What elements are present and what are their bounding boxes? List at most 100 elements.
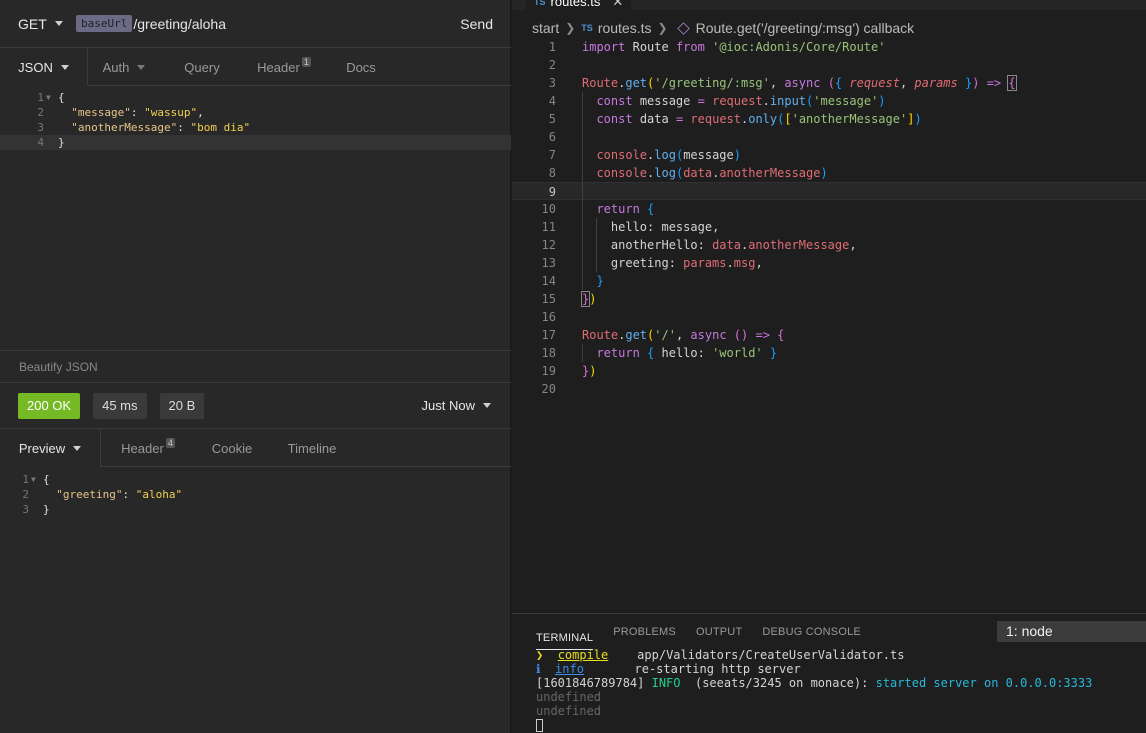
code-line: 6: [512, 128, 1146, 146]
file-tab-routes[interactable]: TS routes.ts ✕: [526, 0, 632, 10]
code-line: 16: [541, 310, 556, 324]
tab-auth-label: Auth: [102, 59, 130, 75]
terminal-cursor: [536, 719, 543, 732]
code-line: 1 import Route from '@ioc:Adonis/Core/Rou…: [548, 40, 886, 54]
chevron-down-icon: [60, 64, 69, 70]
terminal-line: [536, 718, 1092, 732]
tab-cookie[interactable]: Cookie: [195, 429, 269, 467]
url-path: /greeting/aloha: [133, 15, 226, 32]
method-symbol-icon: [676, 21, 690, 35]
chevron-down-icon: [73, 445, 82, 451]
status-badge: 200 OK: [18, 392, 81, 419]
code-editor[interactable]: 1 import Route from '@ioc:Adonis/Core/Rou…: [512, 38, 1146, 398]
code-line: 14 }: [541, 272, 604, 290]
request-body-editor[interactable]: 1 ▼{ 2 "message": "wassup", 3 "anotherMes…: [0, 90, 511, 150]
code-line: 2: [548, 58, 556, 72]
typescript-file-icon: TS: [581, 23, 593, 33]
code-line: 17 Route.get('/', async () => {: [541, 328, 785, 342]
editor-tab-strip: TS routes.ts ✕: [512, 0, 1146, 10]
breadcrumb-symbol[interactable]: Route.get('/greeting/:msg') callback: [696, 20, 915, 36]
url-input[interactable]: baseUrl /greeting/aloha: [76, 15, 460, 32]
terminal-select[interactable]: 1: node: [997, 621, 1146, 642]
method-dropdown[interactable]: GET: [0, 16, 76, 32]
file-tab-label: routes.ts: [550, 0, 601, 9]
chevron-right-icon: ❯: [565, 21, 576, 35]
vscode-panel: TS routes.ts ✕ start ❯ TS routes.ts ❯ Ro…: [512, 0, 1146, 733]
insomnia-panel: GET baseUrl /greeting/aloha Send JSON Au…: [0, 0, 511, 733]
send-button[interactable]: Send: [460, 16, 511, 32]
tab-docs[interactable]: Docs: [324, 48, 398, 86]
response-tabs: Preview Header 4 Cookie Timeline: [0, 429, 511, 467]
code-line: 11 hello: message,: [541, 218, 720, 236]
code-line: 1 ▼{: [22, 472, 50, 487]
breadcrumb-file[interactable]: routes.ts: [598, 20, 652, 36]
tab-output[interactable]: OUTPUT: [696, 614, 742, 650]
terminal-line: [1601846789784] INFO (seeats/3245 on mon…: [536, 676, 1093, 690]
terminal-line: undefined: [536, 704, 602, 718]
tab-auth[interactable]: Auth: [88, 48, 160, 86]
code-line: 1 ▼{: [37, 90, 65, 105]
tab-problems[interactable]: PROBLEMS: [613, 614, 676, 650]
chevron-down-icon: [137, 64, 146, 70]
terminal-line: ❯ compile app/Validators/CreateUserValid…: [536, 648, 905, 662]
chevron-down-icon: [483, 403, 491, 408]
code-line: 12 anotherHello: data.anotherMessage,: [541, 236, 857, 254]
response-size: 20 B: [159, 392, 205, 419]
chevron-right-icon: ❯: [657, 21, 668, 35]
tab-timeline-label: Timeline: [287, 440, 337, 456]
code-line: 3}: [22, 503, 50, 516]
response-header-count-badge: 4: [165, 438, 175, 448]
code-line: 13 greeting: params.msg,: [541, 254, 763, 272]
response-preview: 1 ▼{ 2 "greeting": "aloha" 3}: [0, 472, 511, 517]
code-line: 8 console.log(data.anotherMessage): [548, 164, 828, 182]
tab-query[interactable]: Query: [160, 48, 244, 86]
tab-preview-label: Preview: [18, 440, 66, 456]
code-line: 4 const message = request.input('message…: [548, 92, 886, 110]
terminal-output[interactable]: ❯ compile app/Validators/CreateUserValid…: [536, 648, 1092, 732]
terminal-line: ℹ info re-starting http server: [536, 662, 801, 676]
panel-tabs: TERMINAL PROBLEMS OUTPUT DEBUG CONSOLE: [536, 614, 881, 650]
method-label: GET: [18, 15, 47, 32]
history-dropdown[interactable]: Just Now: [422, 398, 511, 413]
code-line: 18 return { hello: 'world' }: [541, 344, 778, 362]
code-line: 2 "message": "wassup",: [37, 106, 204, 119]
tab-json-label: JSON: [18, 59, 53, 75]
code-line: 10 return {: [541, 200, 655, 218]
code-line: 7 console.log(message): [548, 146, 741, 164]
typescript-file-icon: TS: [534, 0, 546, 7]
tab-terminal[interactable]: TERMINAL: [536, 627, 594, 650]
terminal-panel: TERMINAL PROBLEMS OUTPUT DEBUG CONSOLE 1…: [512, 613, 1146, 733]
env-variable-tag[interactable]: baseUrl: [76, 15, 133, 32]
code-line: 3 "anotherMessage": "bom dia": [37, 121, 251, 134]
tab-debug-console[interactable]: DEBUG CONSOLE: [762, 614, 861, 650]
code-line: 15}): [541, 291, 597, 307]
breadcrumb-folder[interactable]: start: [532, 20, 559, 36]
chevron-down-icon: [54, 21, 63, 26]
header-count-badge: 1: [301, 57, 311, 67]
tab-preview[interactable]: Preview: [0, 429, 101, 467]
tab-docs-label: Docs: [346, 59, 376, 75]
response-time: 45 ms: [93, 392, 147, 419]
request-tabs: JSON Auth Query Header 1 Docs: [0, 48, 511, 86]
code-line-active: 4}: [0, 135, 511, 150]
tab-response-header[interactable]: Header 4: [101, 429, 195, 467]
tab-timeline[interactable]: Timeline: [269, 429, 355, 467]
breadcrumb: start ❯ TS routes.ts ❯ Route.get('/greet…: [532, 18, 914, 38]
url-bar: GET baseUrl /greeting/aloha Send: [0, 0, 511, 48]
tab-json[interactable]: JSON: [0, 48, 88, 86]
history-label: Just Now: [421, 398, 475, 413]
tab-query-label: Query: [184, 59, 220, 75]
code-line: 3 Route.get('/greeting/:msg', async ({ re…: [548, 75, 1017, 91]
code-line: 5 const data = request.only(['anotherMes…: [548, 110, 922, 128]
beautify-json-button[interactable]: Beautify JSON: [0, 350, 511, 382]
tab-header[interactable]: Header 1: [244, 48, 324, 86]
fold-icon[interactable]: ▼: [31, 472, 43, 487]
fold-icon[interactable]: ▼: [46, 90, 58, 105]
response-status-bar: 200 OK 45 ms 20 B Just Now: [0, 382, 511, 429]
code-line: 19}): [541, 364, 597, 378]
tab-response-header-label: Header: [121, 440, 164, 456]
close-icon[interactable]: ✕: [612, 0, 623, 10]
code-line-active: 9: [512, 182, 1146, 201]
terminal-line: undefined: [536, 690, 602, 704]
code-line: 20: [541, 382, 556, 396]
